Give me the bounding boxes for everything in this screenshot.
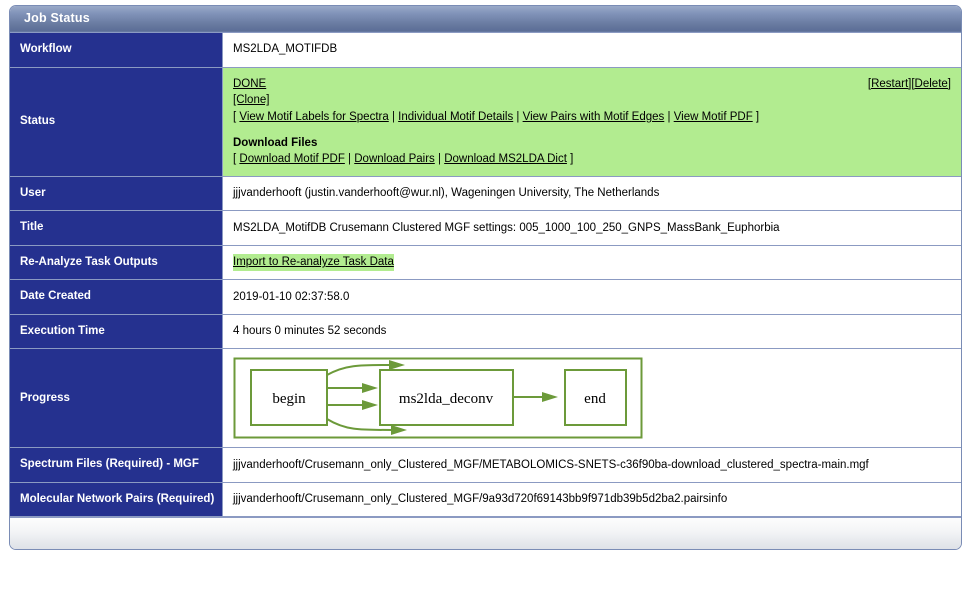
download-links: [ Download Motif PDF | Download Pairs | … xyxy=(233,151,951,168)
job-status-panel: Job Status Workflow MS2LDA_MOTIFDB Statu… xyxy=(9,5,962,551)
row-label-user: User xyxy=(10,175,223,212)
row-label-progress: Progress xyxy=(10,348,223,449)
node-label-middle: ms2lda_deconv xyxy=(399,391,494,407)
row-value-workflow: MS2LDA_MOTIFDB xyxy=(222,32,961,68)
table-row-spectrum-files: Spectrum Files (Required) - MGF jjjvande… xyxy=(10,447,961,483)
table-row-workflow: Workflow MS2LDA_MOTIFDB xyxy=(10,32,961,68)
row-label-date-created: Date Created xyxy=(10,279,223,315)
row-label-reanalyze: Re-Analyze Task Outputs xyxy=(10,244,223,281)
link-separator: | xyxy=(664,110,674,123)
link-separator: | xyxy=(344,153,355,166)
download-ms2lda-dict-link[interactable]: Download MS2LDA Dict xyxy=(444,153,567,165)
status-state-link[interactable]: DONE xyxy=(233,78,266,90)
panel-footer xyxy=(10,517,961,550)
view-pairs-motif-edges-link[interactable]: View Pairs with Motif Edges xyxy=(523,111,665,123)
row-label-spectrum-files: Spectrum Files (Required) - MGF xyxy=(10,447,223,483)
row-value-status: DONE [Clone] [Restart][Delete] [ View Mo… xyxy=(222,66,961,177)
node-label-end: end xyxy=(584,391,606,407)
row-value-user: jjjvanderhooft (justin.vanderhooft@wur.n… xyxy=(222,175,961,212)
row-label-execution-time: Execution Time xyxy=(10,313,223,350)
view-motif-pdf-link[interactable]: View Motif PDF xyxy=(674,111,753,123)
table-row-status: Status DONE [Clone] [Restart][Delete] [ … xyxy=(10,66,961,177)
row-value-spectrum-files: jjjvanderhooft/Crusemann_only_Clustered_… xyxy=(222,447,961,483)
download-files-heading: Download Files xyxy=(233,136,318,149)
import-reanalyze-link[interactable]: Import to Re-analyze Task Data xyxy=(233,254,394,271)
restart-link[interactable]: [Restart] xyxy=(868,78,911,90)
workflow-diagram: begin ms2lda_deconv end xyxy=(233,357,643,439)
row-label-workflow: Workflow xyxy=(10,32,223,68)
row-value-date-created: 2019-01-10 02:37:58.0 xyxy=(222,279,961,315)
bracket-close: ] xyxy=(752,110,760,123)
row-label-status: Status xyxy=(10,66,223,177)
row-value-execution-time: 4 hours 0 minutes 52 seconds xyxy=(222,313,961,350)
table-row-execution-time: Execution Time 4 hours 0 minutes 52 seco… xyxy=(10,313,961,350)
download-motif-pdf-link[interactable]: Download Motif PDF xyxy=(239,153,344,165)
row-label-network-pairs: Molecular Network Pairs (Required) xyxy=(10,481,223,518)
row-label-title: Title xyxy=(10,210,223,246)
row-value-title: MS2LDA_MotifDB Crusemann Clustered MGF s… xyxy=(222,210,961,246)
table-row-network-pairs: Molecular Network Pairs (Required) jjjva… xyxy=(10,481,961,518)
table-row-title: Title MS2LDA_MotifDB Crusemann Clustered… xyxy=(10,210,961,246)
row-value-network-pairs: jjjvanderhooft/Crusemann_only_Clustered_… xyxy=(222,481,961,518)
status-action-links: [ View Motif Labels for Spectra | Indivi… xyxy=(233,109,951,126)
status-spacer xyxy=(233,126,951,135)
link-separator: | xyxy=(513,110,523,123)
clone-link[interactable]: [Clone] xyxy=(233,94,269,106)
node-label-begin: begin xyxy=(272,391,306,407)
table-row-user: User jjjvanderhooft (justin.vanderhooft@… xyxy=(10,175,961,212)
job-status-table: Workflow MS2LDA_MOTIFDB Status DONE [Clo… xyxy=(10,32,961,518)
row-value-reanalyze: Import to Re-analyze Task Data xyxy=(222,244,961,281)
link-separator: | xyxy=(434,153,445,166)
row-value-progress: begin ms2lda_deconv end xyxy=(222,348,961,449)
view-motif-labels-link[interactable]: View Motif Labels for Spectra xyxy=(239,111,388,123)
download-pairs-link[interactable]: Download Pairs xyxy=(354,153,435,165)
delete-link[interactable]: [Delete] xyxy=(911,78,951,90)
panel-title: Job Status xyxy=(10,6,961,32)
bracket-close: ] xyxy=(566,153,574,166)
table-row-date-created: Date Created 2019-01-10 02:37:58.0 xyxy=(10,279,961,315)
individual-motif-details-link[interactable]: Individual Motif Details xyxy=(398,111,513,123)
link-separator: | xyxy=(388,110,399,123)
table-row-progress: Progress begin ms2lda_deconv end xyxy=(10,348,961,449)
table-row-reanalyze: Re-Analyze Task Outputs Import to Re-ana… xyxy=(10,244,961,281)
